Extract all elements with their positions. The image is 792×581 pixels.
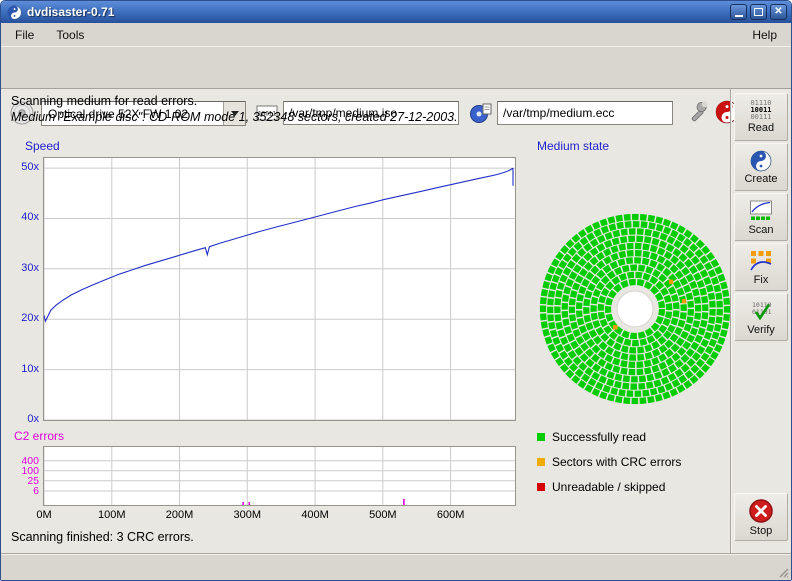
legend-item-bad: Unreadable / skipped [537,480,665,494]
window-title: dvdisaster-0.71 [27,5,730,19]
legend-label: Unreadable / skipped [552,480,665,494]
menu-help[interactable]: Help [746,26,783,44]
close-icon: ✕ [774,7,782,17]
axis-tick-label: 50x [3,161,39,173]
axis-tick-label: 100M [90,509,134,521]
read-button[interactable]: 01110 10011 00111 Read [734,93,788,141]
menu-file[interactable]: File [9,26,40,44]
legend-label: Sectors with CRC errors [552,455,681,469]
minimize-icon [735,15,743,18]
axis-tick-label: 100 [3,465,39,477]
axis-tick-label: 600M [429,509,473,521]
verify-button-label: Verify [747,324,775,336]
ecc-path-input[interactable] [497,101,673,125]
stop-button[interactable]: Stop [734,493,788,541]
minimize-button[interactable] [730,4,747,20]
scan-button[interactable]: Scan [734,193,788,241]
axis-tick-label: 400 [3,455,39,467]
medium-state-disc [535,209,735,409]
scan-result-status: Scanning finished: 3 CRC errors. [11,530,194,544]
verify-check-icon: 10110 01101 [749,299,773,323]
axis-tick-label: 10x [3,363,39,375]
toolbar: Optical drive 52X FW 1.02 10011 [1,46,791,89]
speed-chart-title: Speed [25,139,60,153]
medium-info: Medium "Example disc": CD-ROM mode 1, 35… [11,110,458,124]
read-button-label: Read [748,122,774,134]
status-message: Scanning medium for read errors. [11,94,197,108]
speed-chart [43,157,516,421]
legend-swatch-crc [537,458,545,466]
scan-chart-icon [749,199,773,223]
axis-tick-label: 6 [3,485,39,497]
legend-swatch-bad [537,483,545,491]
verify-button[interactable]: 10110 01101 Verify [734,293,788,341]
ecc-file-icon [469,101,493,125]
fix-icon [749,249,773,273]
axis-tick-label: 500M [361,509,405,521]
ecc-file-button[interactable] [469,101,493,125]
c2-errors-chart [43,446,516,506]
legend-item-good: Successfully read [537,430,646,444]
preferences-button[interactable] [685,100,709,124]
maximize-icon [754,8,763,16]
stop-icon [748,498,774,524]
titlebar[interactable]: dvdisaster-0.71 ✕ [1,1,791,23]
menu-tools[interactable]: Tools [50,26,90,44]
maximize-button[interactable] [750,4,767,20]
create-button[interactable]: Create [734,143,788,191]
binary-read-icon: 01110 10011 00111 [750,100,771,121]
close-button[interactable]: ✕ [770,4,787,20]
fix-button[interactable]: Fix [734,243,788,291]
axis-tick-label: 300M [225,509,269,521]
legend-swatch-good [537,433,545,441]
legend-item-crc: Sectors with CRC errors [537,455,681,469]
fix-button-label: Fix [754,274,769,286]
yin-yang-icon [750,150,772,172]
stop-button-label: Stop [750,525,773,537]
axis-tick-label: 30x [3,262,39,274]
axis-tick-label: 20x [3,312,39,324]
legend-label: Successfully read [552,430,646,444]
axis-tick-label: 40x [3,211,39,223]
bottombar: View log [1,553,791,580]
axis-tick-label: 0M [22,509,66,521]
app-logo-icon [7,5,22,20]
sidebar-divider-highlight [731,89,732,553]
resize-grip[interactable] [777,566,789,578]
wrench-icon [685,100,709,124]
axis-tick-label: 25 [3,475,39,487]
axis-tick-label: 400M [293,509,337,521]
medium-state-title: Medium state [537,139,609,153]
scan-button-label: Scan [748,224,773,236]
create-button-label: Create [744,173,777,185]
axis-tick-label: 200M [158,509,202,521]
app-window: dvdisaster-0.71 ✕ File Tools Help Optica… [0,0,792,581]
c2-errors-title: C2 errors [14,429,64,443]
axis-tick-label: 0x [3,413,39,425]
menubar: File Tools Help [1,23,791,46]
